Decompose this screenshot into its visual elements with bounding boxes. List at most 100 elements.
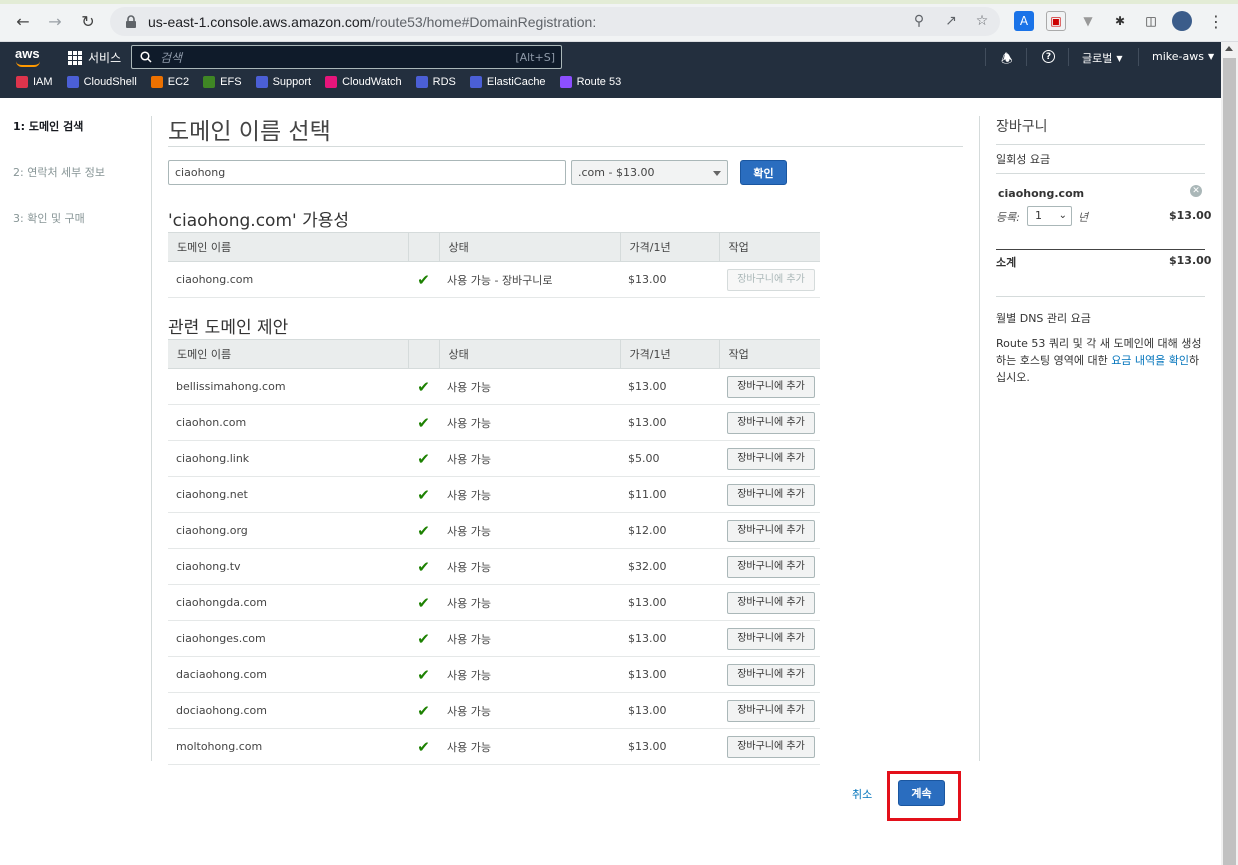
add-to-cart-button[interactable]: 장바구니에 추가 [727, 627, 815, 650]
add-to-cart-button[interactable]: 장바구니에 추가 [727, 555, 815, 578]
address-bar[interactable]: us-east-1.console.aws.amazon.com/route53… [110, 7, 1000, 36]
favorite-iam[interactable]: IAM [16, 76, 53, 88]
status-cell: 사용 가능 [439, 656, 620, 693]
years-select[interactable]: 1 ⌄ [1027, 206, 1072, 226]
action-cell: 장바구니에 추가 [719, 656, 820, 693]
add-to-cart-button[interactable]: 장바구니에 추가 [727, 483, 815, 506]
help-icon[interactable]: ? [1042, 50, 1055, 63]
check-icon: ✔ [417, 737, 430, 756]
back-icon[interactable]: ← [12, 10, 34, 32]
favorite-support[interactable]: Support [255, 76, 311, 88]
favorite-route-53[interactable]: Route 53 [559, 76, 621, 88]
translate-extension-icon[interactable]: A [1014, 11, 1034, 31]
check-icon: ✔ [417, 593, 430, 612]
add-to-cart-button[interactable]: 장바구니에 추가 [727, 375, 815, 398]
favorite-label: ElastiCache [486, 76, 546, 88]
action-cell: 장바구니에 추가 [719, 728, 820, 765]
scroll-up-icon[interactable] [1225, 46, 1233, 51]
favorite-cloudshell[interactable]: CloudShell [66, 76, 137, 88]
status-cell: 사용 가능 - 장바구니로 [439, 261, 620, 298]
action-cell: 장바구니에 추가 [719, 620, 820, 657]
action-cell: 장바구니에 추가 [719, 440, 820, 477]
service-icon [255, 76, 268, 88]
grid-icon [68, 50, 82, 65]
column-header: 가격/1년 [620, 232, 720, 262]
account-menu[interactable]: mike-aws ▼ [1152, 50, 1214, 63]
status-cell-icon: ✔ [408, 512, 439, 549]
vue-extension-icon[interactable]: ▼ [1078, 11, 1098, 31]
check-icon: ✔ [417, 485, 430, 504]
domain-cell: daciaohong.com [168, 656, 408, 693]
notifications-bell-icon[interactable]: 🕭 [1001, 50, 1013, 72]
column-header [408, 232, 440, 262]
favorite-label: CloudWatch [342, 76, 402, 88]
share-icon[interactable]: ↗ [942, 12, 960, 30]
bookmark-star-icon[interactable]: ☆ [973, 12, 991, 30]
page-scrollbar[interactable] [1221, 42, 1238, 865]
lock-icon [126, 14, 136, 28]
caret-down-icon: ▼ [1116, 53, 1123, 63]
add-to-cart-button[interactable]: 장바구니에 추가 [727, 735, 815, 758]
scrollbar-thumb[interactable] [1223, 58, 1236, 865]
url-host: us-east-1.console.aws.amazon.com [148, 13, 372, 30]
tab-strip-edge [0, 0, 1238, 4]
status-cell: 사용 가능 [439, 584, 620, 621]
services-menu-button[interactable]: 서비스 [68, 49, 121, 66]
service-icon [469, 76, 482, 88]
add-to-cart-button[interactable]: 장바구니에 추가 [727, 591, 815, 614]
table-row: daciaohong.com ✔ 사용 가능 $13.00 장바구니에 추가 [168, 656, 820, 693]
extensions-puzzle-icon[interactable]: ✱ [1110, 11, 1130, 31]
favorite-rds[interactable]: RDS [415, 76, 456, 88]
add-to-cart-button[interactable]: 장바구니에 추가 [727, 411, 815, 434]
remove-item-icon[interactable]: ✕ [1190, 185, 1202, 197]
aws-logo[interactable]: aws [15, 46, 43, 68]
divider [151, 116, 152, 761]
screenshot-extension-icon[interactable]: ▣ [1046, 11, 1066, 31]
nav-divider [1138, 48, 1139, 66]
add-to-cart-button[interactable]: 장바구니에 추가 [727, 699, 815, 722]
console-search-input[interactable]: 검색 [Alt+S] [131, 45, 562, 69]
favorite-label: IAM [33, 76, 53, 88]
price-cell: $12.00 [620, 512, 719, 549]
table-row: ciaohongda.com ✔ 사용 가능 $13.00 장바구니에 추가 [168, 584, 820, 621]
divider [979, 116, 980, 761]
profile-avatar[interactable] [1172, 11, 1192, 31]
register-label: 등록: [996, 211, 1020, 224]
domain-cell: ciaohong.com [168, 261, 408, 298]
check-icon: ✔ [417, 665, 430, 684]
check-button[interactable]: 확인 [740, 160, 787, 185]
side-panel-icon[interactable]: ◫ [1141, 11, 1161, 31]
browser-menu-icon[interactable]: ⋮ [1205, 10, 1227, 32]
service-icon [203, 76, 216, 88]
action-cell: 장바구니에 추가 [719, 692, 820, 729]
search-icon [140, 51, 152, 63]
service-icon [325, 76, 338, 88]
status-cell-icon: ✔ [408, 584, 439, 621]
domain-name-input[interactable] [168, 160, 566, 185]
check-icon: ✔ [417, 521, 430, 540]
add-to-cart-button[interactable]: 장바구니에 추가 [727, 663, 815, 686]
favorite-ec2[interactable]: EC2 [150, 76, 189, 88]
zoom-icon[interactable]: ⚲ [910, 12, 928, 30]
status-cell-icon: ✔ [408, 548, 439, 585]
forward-icon[interactable]: → [44, 10, 66, 32]
column-header: 작업 [719, 339, 820, 369]
status-cell: 사용 가능 [439, 620, 620, 657]
region-selector[interactable]: 글로벌 ▼ [1082, 50, 1123, 66]
tld-select[interactable]: .com - $13.00 [571, 160, 728, 185]
browser-toolbar: ← → ↻ us-east-1.console.aws.amazon.com/r… [0, 0, 1238, 42]
table-row: ciaohong.net ✔ 사용 가능 $11.00 장바구니에 추가 [168, 476, 820, 513]
reload-icon[interactable]: ↻ [77, 10, 99, 32]
service-icon [415, 76, 428, 88]
pricing-link[interactable]: 요금 내역을 확인 [1111, 354, 1189, 367]
status-cell: 사용 가능 [439, 440, 620, 477]
favorite-efs[interactable]: EFS [203, 76, 242, 88]
cancel-link[interactable]: 취소 [852, 786, 872, 802]
add-to-cart-button[interactable]: 장바구니에 추가 [727, 447, 815, 470]
years-unit: 년 [1078, 211, 1089, 224]
favorite-cloudwatch[interactable]: CloudWatch [325, 76, 402, 88]
region-label: 글로벌 [1082, 52, 1113, 65]
add-to-cart-button[interactable]: 장바구니에 추가 [727, 519, 815, 542]
price-cell: $13.00 [620, 404, 719, 441]
favorite-elasticache[interactable]: ElastiCache [469, 76, 546, 88]
